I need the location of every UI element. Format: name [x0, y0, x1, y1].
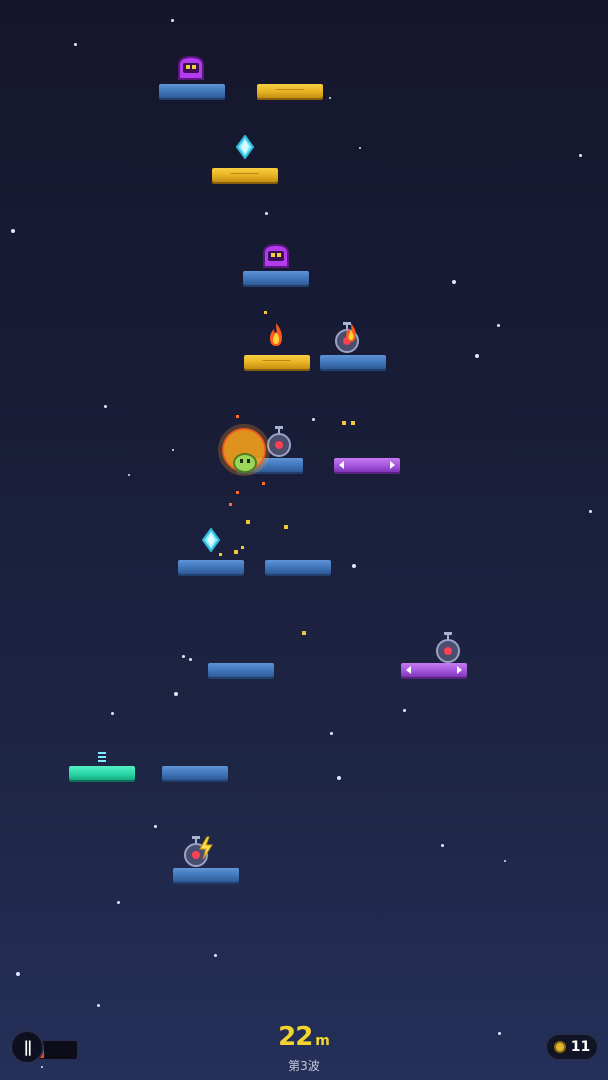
platform-blue: [173, 868, 239, 882]
star: [312, 418, 315, 421]
star: [182, 655, 185, 658]
star: [330, 732, 333, 735]
lightning-icon: [198, 836, 214, 860]
arrow-left-icon: [339, 461, 344, 469]
ember-particle: [236, 415, 239, 418]
star: [497, 324, 500, 327]
star: [117, 901, 120, 904]
star: [403, 709, 406, 712]
ember-particle: [229, 503, 232, 506]
star: [74, 43, 77, 46]
star: [104, 405, 107, 408]
cyan-gem-icon: [202, 528, 220, 552]
pause-icon: ||: [23, 1038, 33, 1056]
coin-particle: [241, 546, 244, 549]
distance-value: 22: [278, 1022, 313, 1052]
distance-display: 22 m: [0, 1022, 608, 1052]
star: [352, 564, 356, 568]
purple-slime-enemy: [176, 55, 206, 81]
fire-icon: [343, 322, 359, 344]
star: [189, 658, 192, 661]
star: [441, 844, 444, 847]
platform-teal-spring: [69, 752, 135, 780]
coin-particle: [342, 421, 346, 425]
coin-particle: [302, 631, 306, 635]
platform-blue: [178, 560, 244, 574]
star: [111, 712, 114, 715]
pause-button[interactable]: ||: [10, 1030, 44, 1064]
platform-gold: [257, 84, 323, 98]
platform-gold: [244, 355, 310, 369]
star: [329, 97, 331, 99]
star: [16, 972, 20, 976]
distance-unit: m: [315, 1033, 330, 1049]
star: [97, 1004, 100, 1007]
purple-slime-enemy: [261, 243, 291, 269]
coin-particle: [284, 525, 288, 529]
coin-particle: [234, 550, 238, 554]
arrow-left-icon: [406, 666, 411, 674]
star: [589, 510, 592, 513]
platform-blue: [162, 766, 228, 780]
platform-blue: [159, 84, 225, 98]
platform-blue: [208, 663, 274, 677]
cyan-gem-icon: [236, 135, 254, 159]
wave-label: 第3波: [288, 1059, 320, 1073]
platform-purple-moving: [334, 458, 400, 472]
game-canvas[interactable]: || 22 m 第3波 11: [0, 0, 608, 1080]
coin-counter: 11: [546, 1034, 598, 1060]
platform-blue: [243, 271, 309, 285]
arrow-right-icon: [390, 461, 395, 469]
player-character: [232, 451, 258, 473]
ember-particle: [236, 491, 239, 494]
coin-particle: [246, 520, 250, 524]
star: [337, 776, 341, 780]
star: [452, 280, 456, 284]
platform-blue: [265, 560, 331, 574]
star: [475, 354, 479, 358]
star: [154, 825, 157, 828]
coin-particle: [264, 311, 267, 314]
star: [265, 212, 268, 215]
arrow-right-icon: [457, 666, 462, 674]
star: [11, 229, 15, 233]
platform-purple-moving: [401, 663, 467, 677]
robot-drone-enemy: [433, 630, 463, 664]
star: [128, 474, 130, 476]
ember-particle: [262, 482, 265, 485]
star: [579, 154, 582, 157]
star: [171, 19, 174, 22]
coin-icon: [553, 1041, 566, 1053]
star: [174, 692, 178, 696]
coin-particle: [219, 553, 222, 556]
star: [214, 954, 217, 957]
fire-icon: [266, 322, 286, 348]
platform-blue: [320, 355, 386, 369]
star: [504, 860, 506, 862]
coin-count: 11: [570, 1039, 591, 1055]
star: [172, 449, 174, 451]
star: [359, 147, 361, 149]
spring-icon: [98, 752, 106, 762]
coin-particle: [351, 421, 355, 425]
platform-gold: [212, 168, 278, 182]
